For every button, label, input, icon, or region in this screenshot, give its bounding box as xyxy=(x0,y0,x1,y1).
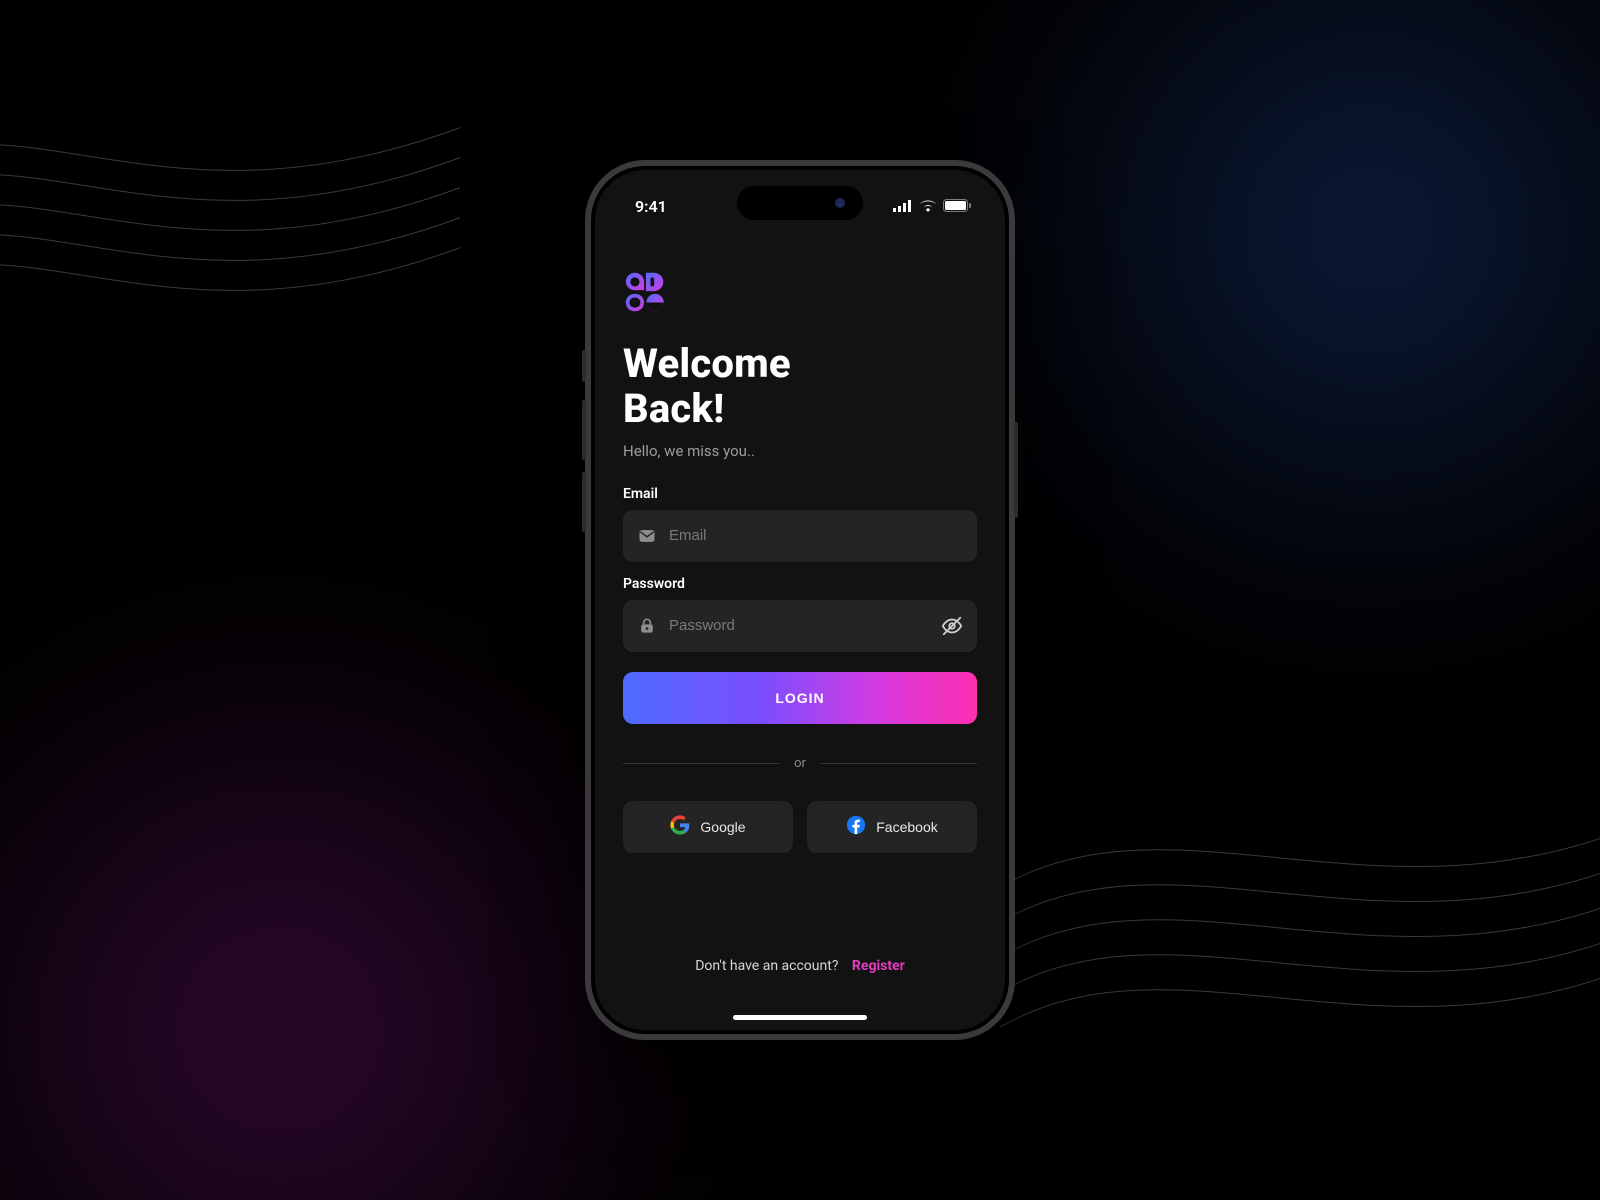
phone-side-button xyxy=(582,400,586,460)
divider-line xyxy=(820,763,977,764)
phone-mockup: 9:41 xyxy=(585,160,1015,1040)
email-label: Email xyxy=(623,486,977,502)
divider: or xyxy=(623,756,977,771)
social-login-row: Google Facebook xyxy=(623,801,977,853)
password-field-group: Password xyxy=(623,576,977,652)
app-logo xyxy=(623,270,667,314)
login-form: Email Password xyxy=(623,486,977,853)
password-input[interactable] xyxy=(669,617,929,634)
google-label: Google xyxy=(700,819,745,835)
divider-label: or xyxy=(794,756,806,771)
lock-icon xyxy=(637,616,657,636)
background-glow-blue xyxy=(990,0,1600,610)
mail-icon xyxy=(637,526,657,546)
phone-side-button xyxy=(582,350,586,382)
register-link[interactable]: Register xyxy=(852,958,905,974)
decorative-waves-top-left xyxy=(0,90,460,430)
decorative-waves-bottom-right xyxy=(1000,680,1600,1080)
email-input-wrap[interactable] xyxy=(623,510,977,562)
facebook-login-button[interactable]: Facebook xyxy=(807,801,977,853)
password-label: Password xyxy=(623,576,977,592)
footer: Don't have an account? Register xyxy=(623,958,977,1002)
divider-line xyxy=(623,763,780,764)
facebook-label: Facebook xyxy=(876,819,937,835)
facebook-icon xyxy=(846,815,866,838)
footer-prompt: Don't have an account? xyxy=(695,958,838,974)
google-login-button[interactable]: Google xyxy=(623,801,793,853)
email-field-group: Email xyxy=(623,486,977,562)
dynamic-island xyxy=(737,186,863,220)
login-button[interactable]: LOGIN xyxy=(623,672,977,724)
background-glow-purple xyxy=(0,630,680,1200)
screen: 9:41 xyxy=(595,170,1005,1030)
password-input-wrap[interactable] xyxy=(623,600,977,652)
title-line: Welcome xyxy=(623,340,791,387)
google-icon xyxy=(670,815,690,838)
page-title: Welcome Back! xyxy=(623,342,977,432)
home-indicator xyxy=(733,1015,867,1020)
eye-off-icon[interactable] xyxy=(941,615,963,637)
title-line: Back! xyxy=(623,385,724,432)
phone-side-button xyxy=(1014,422,1018,518)
email-input[interactable] xyxy=(669,527,963,544)
phone-side-button xyxy=(582,472,586,532)
page-subtitle: Hello, we miss you.. xyxy=(623,442,977,460)
